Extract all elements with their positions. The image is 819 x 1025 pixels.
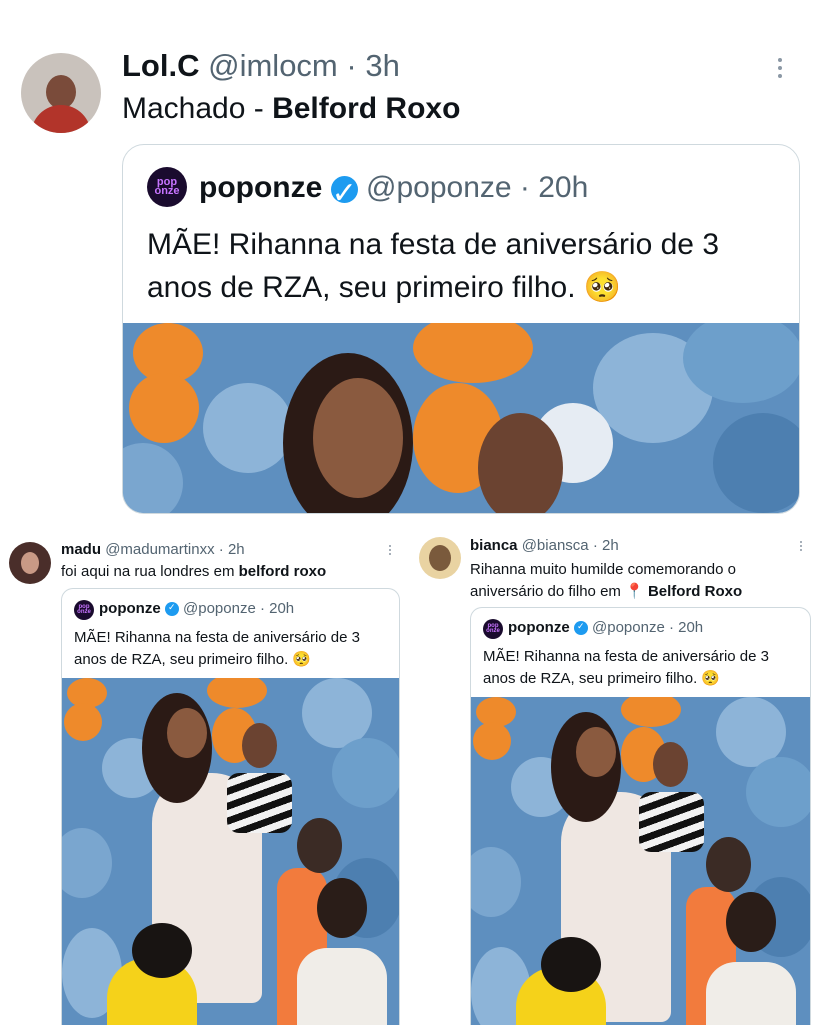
tweet-time[interactable]: 2h	[602, 537, 619, 554]
more-options-icon[interactable]	[778, 58, 782, 78]
quote-header: poponze @poponze · 20h	[99, 600, 294, 617]
quote-card-main[interactable]: pop onze poponze @poponze · 20h MÃE! Rih…	[122, 144, 800, 514]
author-handle[interactable]: @biansca	[522, 537, 589, 554]
author-name[interactable]: madu	[61, 541, 101, 558]
avatar-madu[interactable]	[9, 542, 51, 584]
verified-icon	[573, 621, 588, 636]
quote-time[interactable]: 20h	[538, 171, 588, 204]
separator-dot: ·	[218, 541, 224, 558]
author-handle[interactable]: @madumartinxx	[105, 541, 214, 558]
quote-text: MÃE! Rihanna na festa de aniversário de …	[74, 629, 361, 668]
quote-time[interactable]: 20h	[678, 619, 703, 636]
quote-author-name[interactable]: poponze	[508, 619, 570, 636]
separator-dot: ·	[668, 619, 674, 636]
separator-dot: ·	[592, 537, 598, 554]
quote-author-name[interactable]: poponze	[99, 600, 161, 617]
right-tweet-header: bianca @biansca · 2h	[470, 537, 619, 554]
tweet-text-prefix: foi aqui na rua londres em	[61, 563, 239, 580]
author-handle[interactable]: @imlocm	[208, 48, 338, 83]
tweet-text: foi aqui na rua londres em belford roxo	[61, 563, 326, 580]
quote-author-handle[interactable]: @poponze	[366, 171, 512, 204]
quote-card-left[interactable]: pop onze poponze @poponze · 20h MÃE! Rih…	[61, 588, 400, 1025]
tweet-time[interactable]: 3h	[365, 48, 399, 83]
quote-text: MÃE! Rihanna na festa de aniversário de …	[147, 228, 720, 304]
tweet-text: Rihanna muito humilde comemorando o aniv…	[470, 559, 790, 603]
quote-card-right[interactable]: pop onze poponze @poponze · 20h MÃE! Rih…	[470, 607, 811, 1025]
quote-text: MÃE! Rihanna na festa de aniversário de …	[483, 648, 770, 687]
separator-dot: ·	[259, 600, 265, 617]
poponze-logo: pop onze	[74, 600, 94, 620]
poponze-logo: pop onze	[483, 619, 503, 639]
quote-time[interactable]: 20h	[269, 600, 294, 617]
tweet-text-location[interactable]: belford roxo	[239, 563, 327, 580]
quote-header: poponze @poponze · 20h	[508, 619, 703, 636]
separator-dot: ·	[519, 171, 530, 204]
quote-photo[interactable]	[123, 323, 799, 513]
tweet-text-prefix: Machado -	[122, 92, 273, 125]
tweet-text: Machado - Belford Roxo	[122, 92, 460, 126]
verified-icon	[164, 602, 179, 617]
left-tweet-header: madu @madumartinxx · 2h	[61, 541, 245, 558]
tweet-text-location[interactable]: Belford Roxo	[648, 583, 742, 600]
quote-author-handle[interactable]: @poponze	[183, 600, 256, 617]
separator-dot: ·	[346, 48, 357, 83]
quote-author-handle[interactable]: @poponze	[592, 619, 665, 636]
main-tweet-header: Lol.C @imlocm · 3h	[122, 48, 400, 84]
author-name[interactable]: Lol.C	[122, 48, 200, 83]
verified-icon	[330, 175, 358, 211]
quote-author-name[interactable]: poponze	[199, 171, 322, 204]
tweet-text-location[interactable]: Belford Roxo	[272, 92, 460, 125]
quote-photo[interactable]	[471, 697, 810, 1025]
quote-header: poponze @poponze · 20h	[199, 171, 588, 211]
quote-photo[interactable]	[62, 678, 399, 1025]
more-options-icon[interactable]	[389, 545, 391, 555]
avatar-main[interactable]	[21, 53, 101, 133]
more-options-icon[interactable]	[800, 541, 802, 551]
author-name[interactable]: bianca	[470, 537, 518, 554]
poponze-logo: pop onze	[147, 167, 187, 207]
tweet-time[interactable]: 2h	[228, 541, 245, 558]
pin-icon: 📍	[625, 583, 644, 600]
avatar-bianca[interactable]	[419, 537, 461, 579]
